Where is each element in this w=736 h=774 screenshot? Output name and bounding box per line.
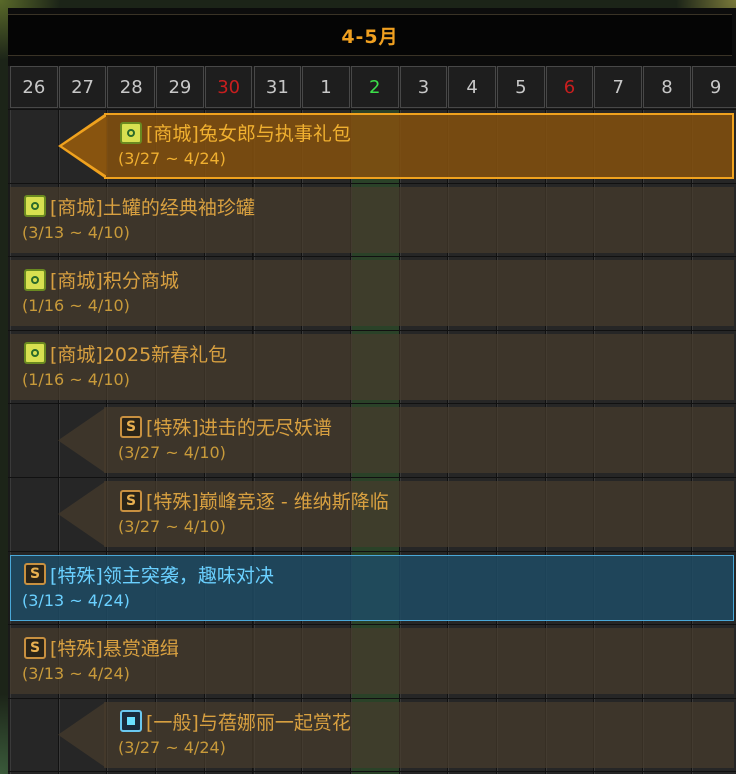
row-divider xyxy=(8,109,736,110)
special-icon: S xyxy=(24,563,46,586)
month-title-bar: 4-5月 xyxy=(8,14,732,56)
event-bar[interactable]: [商城]土罐的经典袖珍罐 (3/13 ~ 4/10) xyxy=(10,186,734,253)
event-title-row: [商城]土罐的经典袖珍罐 xyxy=(24,193,255,220)
day-header-30: 30 xyxy=(204,66,253,108)
event-title: [特殊]巅峰竞逐 - 维纳斯降临 xyxy=(146,491,389,513)
event-bar[interactable]: [商城]积分商城 (1/16 ~ 4/10) xyxy=(10,260,734,327)
event-title: [特殊]领主突袭，趣味对决 xyxy=(50,564,274,587)
mall-icon xyxy=(120,121,142,144)
continues-left-arrow xyxy=(58,407,106,474)
row-divider xyxy=(8,697,736,699)
day-header-8: 8 xyxy=(643,66,691,108)
day-header-27: 27 xyxy=(58,66,107,108)
day-header-7: 7 xyxy=(594,66,643,108)
event-title: [商城]2025新春礼包 xyxy=(50,343,228,366)
event-bar[interactable]: S [特殊]悬赏通缉 (3/13 ~ 4/24) xyxy=(10,628,734,695)
event-date-range: (1/16 ~ 4/10) xyxy=(22,296,130,316)
event-date-range: (3/13 ~ 4/10) xyxy=(22,222,130,242)
month-title: 4-5月 xyxy=(341,25,399,48)
day-header-6: 6 xyxy=(545,66,594,108)
row-divider xyxy=(8,256,736,258)
row-divider xyxy=(8,477,736,478)
event-title: [商城]土罐的经典袖珍罐 xyxy=(50,196,255,219)
event-title: [一般]与蓓娜丽一起赏花 xyxy=(146,711,351,734)
event-date-range: (3/13 ~ 4/24) xyxy=(22,590,130,610)
event-date-range: (3/27 ~ 4/10) xyxy=(118,443,226,463)
day-header-3: 3 xyxy=(399,66,448,108)
continues-left-arrow-fill xyxy=(62,116,107,176)
event-title-row: [一般]与蓓娜丽一起赏花 xyxy=(120,708,351,735)
row-divider xyxy=(8,403,736,405)
event-bar[interactable]: S [特殊]巅峰竞逐 - 维纳斯降临 (3/27 ~ 4/10) xyxy=(58,481,734,547)
day-header-5: 5 xyxy=(497,66,545,108)
mall-icon xyxy=(24,195,46,218)
event-date-range: (1/16 ~ 4/10) xyxy=(22,369,130,389)
event-date-range: (3/27 ~ 4/10) xyxy=(118,517,226,536)
event-bar[interactable]: S [特殊]进击的无尽妖谱 (3/27 ~ 4/10) xyxy=(58,407,734,474)
day-header-29: 29 xyxy=(156,66,204,108)
event-bar[interactable]: [商城]兔女郎与执事礼包 (3/27 ~ 4/24) xyxy=(58,113,734,179)
special-icon: S xyxy=(24,636,46,659)
special-icon: S xyxy=(120,415,142,438)
mall-icon xyxy=(24,342,46,365)
day-header-28: 28 xyxy=(107,66,156,108)
event-bar[interactable]: [一般]与蓓娜丽一起赏花 (3/27 ~ 4/24) xyxy=(58,701,734,768)
continues-left-arrow xyxy=(58,701,106,768)
day-header-4: 4 xyxy=(448,66,496,108)
event-title-row: S [特殊]巅峰竞逐 - 维纳斯降临 xyxy=(120,487,389,514)
day-header-1: 1 xyxy=(302,66,350,108)
event-title-row: [商城]积分商城 xyxy=(24,266,179,293)
day-header-9: 9 xyxy=(691,66,736,108)
event-title: [商城]兔女郎与执事礼包 xyxy=(146,123,351,145)
event-title-row: [商城]2025新春礼包 xyxy=(24,340,227,367)
event-bar[interactable]: [商城]2025新春礼包 (1/16 ~ 4/10) xyxy=(10,333,734,400)
event-title-row: S [特殊]悬赏通缉 xyxy=(24,634,179,661)
event-date-range: (3/27 ~ 4/24) xyxy=(118,149,226,168)
row-divider xyxy=(8,329,736,331)
row-divider xyxy=(8,182,736,184)
event-bar[interactable]: S [特殊]领主突袭，趣味对决 (3/13 ~ 4/24) xyxy=(10,554,734,621)
event-title: [商城]积分商城 xyxy=(50,270,179,293)
special-icon: S xyxy=(120,489,142,512)
row-divider xyxy=(8,624,736,626)
event-title-row: S [特殊]领主突袭，趣味对决 xyxy=(24,561,274,588)
event-date-range: (3/27 ~ 4/24) xyxy=(118,737,226,757)
day-header-2: 2 xyxy=(350,66,399,108)
day-header-31: 31 xyxy=(253,66,302,108)
general-icon xyxy=(120,710,142,733)
row-divider xyxy=(8,550,736,552)
event-title-row: [商城]兔女郎与执事礼包 xyxy=(120,119,351,146)
event-title: [特殊]进击的无尽妖谱 xyxy=(146,417,332,440)
day-header-26: 26 xyxy=(10,66,58,108)
event-date-range: (3/13 ~ 4/24) xyxy=(22,664,130,684)
continues-left-arrow xyxy=(58,481,106,547)
mall-icon xyxy=(24,268,46,291)
row-divider xyxy=(8,771,736,773)
event-title: [特殊]悬赏通缉 xyxy=(50,638,179,661)
event-title-row: S [特殊]进击的无尽妖谱 xyxy=(120,413,332,440)
